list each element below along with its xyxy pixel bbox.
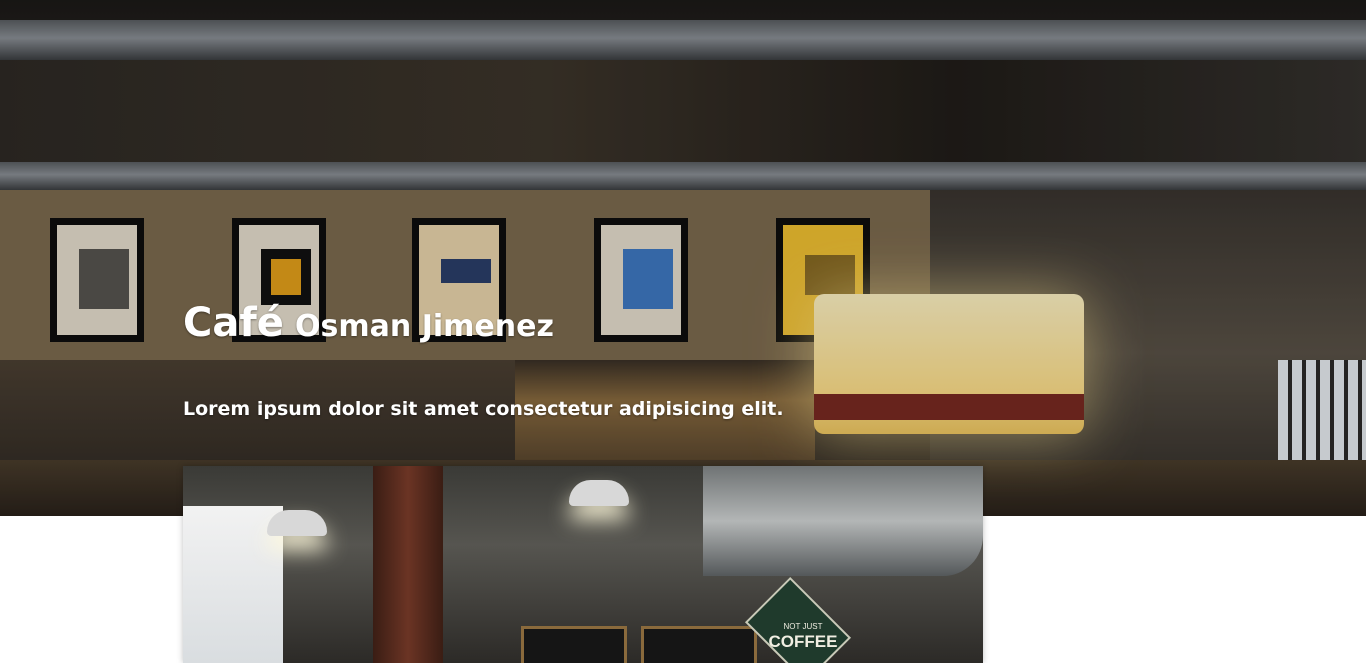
menu-board <box>641 626 757 663</box>
title-name: Osman Jimenez <box>295 309 554 344</box>
coffee-sign-text: COFFEE <box>768 632 838 651</box>
hero-subtitle: Lorem ipsum dolor sit amet consectetur a… <box>183 398 784 420</box>
air-duct <box>703 466 983 576</box>
title-cafe: Café <box>183 300 284 346</box>
pendant-light <box>267 510 327 536</box>
pendant-light <box>569 480 629 506</box>
menu-board <box>521 626 627 663</box>
hero-banner: Café Osman Jimenez Lorem ipsum dolor sit… <box>0 0 1366 516</box>
cafe-photo: NOT JUST COFFEE <box>183 466 983 663</box>
page-title: Café Osman Jimenez <box>183 300 554 346</box>
coffee-sign-top: NOT JUST <box>783 622 823 631</box>
